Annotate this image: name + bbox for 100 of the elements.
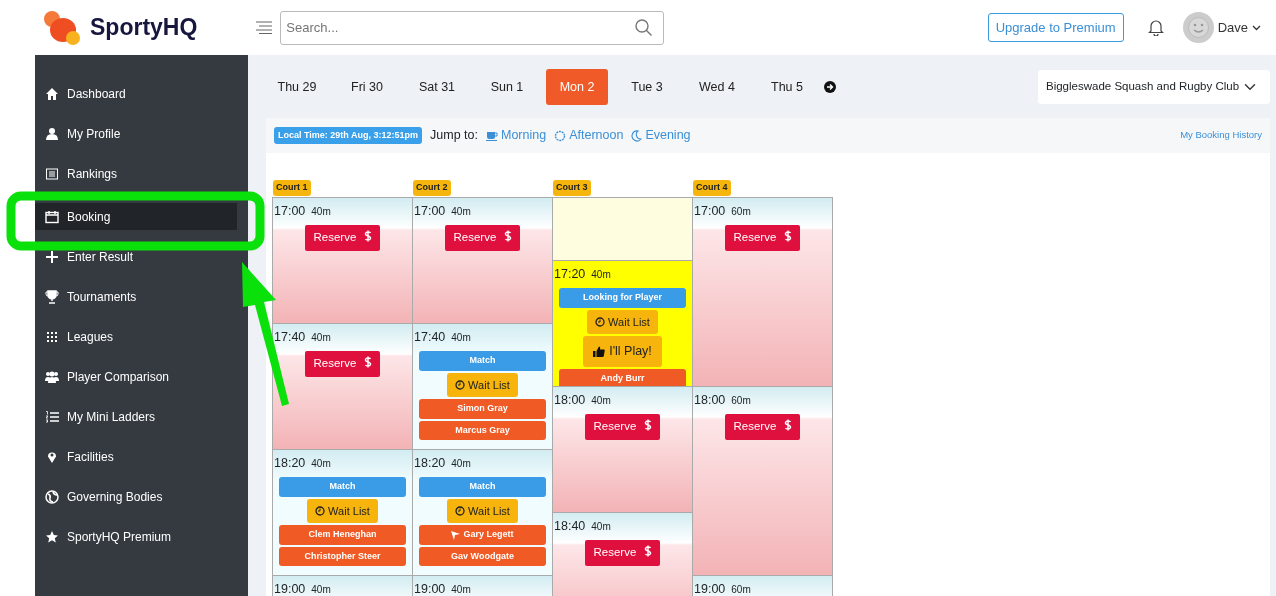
court-label: Court 3: [553, 180, 591, 196]
slot-duration: 40m: [451, 457, 471, 469]
date-tab[interactable]: Wed 4: [686, 69, 748, 105]
wait-list-button[interactable]: Wait List: [447, 372, 518, 398]
sidebar-item[interactable]: Dashboard: [35, 83, 237, 104]
caret-icon[interactable]: [1252, 24, 1261, 31]
slot-duration: 40m: [591, 520, 611, 532]
reserve-button[interactable]: Reserve: [585, 414, 660, 440]
slot-time: 18:00: [554, 392, 586, 407]
slot-time: 18:00: [694, 392, 726, 407]
sidebar-item[interactable]: My Mini Ladders: [35, 406, 237, 427]
dollar-icon: [783, 230, 792, 243]
slot-time: 17:40: [414, 329, 446, 344]
next-arrow-icon[interactable]: [824, 81, 836, 93]
calendar-icon: [45, 209, 59, 224]
match-label: Looking for Player: [559, 288, 686, 308]
date-tab[interactable]: Sun 1: [476, 69, 538, 105]
club-select[interactable]: Biggleswade Squash and Rugby Club: [1038, 70, 1270, 104]
local-time-badge: Local Time: 29th Aug, 3:12:51pm: [274, 126, 423, 145]
player-name: Christopher Steer: [279, 546, 406, 567]
coffee-cup-icon: [486, 130, 498, 141]
sidebar-item[interactable]: Rankings: [35, 163, 237, 184]
date-tab[interactable]: Sat 31: [406, 69, 468, 105]
home-icon: [45, 86, 59, 101]
reserve-button[interactable]: Reserve: [585, 540, 660, 566]
date-tab[interactable]: Thu 5: [756, 69, 818, 105]
clock-icon: [455, 506, 466, 516]
dollar-icon: [503, 230, 512, 243]
sidebar-item[interactable]: SportyHQ Premium: [35, 526, 237, 547]
slot-time: 18:20: [414, 455, 446, 470]
slot-time: 17:20: [554, 266, 586, 281]
brand-name[interactable]: SportyHQ: [90, 10, 198, 45]
player-name: Simon Gray: [419, 399, 546, 419]
sidebar-item[interactable]: Enter Result: [35, 246, 237, 267]
player-name: Andy Burr: [559, 369, 686, 389]
sidebar-item[interactable]: Governing Bodies: [35, 486, 237, 507]
slot-time: 17:00: [274, 203, 306, 218]
player-name: Gav Woodgate: [419, 546, 546, 567]
search-field[interactable]: Search...: [280, 10, 665, 45]
clock-icon: [595, 317, 606, 327]
match-label: Match: [419, 477, 546, 497]
player-name: Clem Heneghan: [279, 525, 406, 545]
sidebar-item[interactable]: Booking: [35, 203, 237, 230]
slot-time: 19:00: [414, 581, 446, 596]
sidebar-item[interactable]: Leagues: [35, 326, 237, 347]
globe-icon: [45, 489, 59, 504]
list-icon: [45, 166, 59, 181]
court-label: Court 2: [413, 180, 451, 196]
notification-icon[interactable]: [1147, 19, 1164, 36]
slot-time: 17:00: [414, 203, 446, 218]
play-button[interactable]: I'll Play!: [583, 336, 662, 367]
slot-duration: 40m: [311, 331, 331, 343]
slot-duration: 60m: [731, 583, 751, 595]
thumbs-up-icon: [593, 346, 606, 358]
slot-time: 18:20: [274, 455, 306, 470]
date-tab[interactable]: Fri 30: [336, 69, 398, 105]
slot-duration: 60m: [731, 394, 751, 406]
player-name: Gary Legett: [419, 525, 546, 545]
user-name[interactable]: Dave: [1217, 17, 1248, 38]
slot-time: 18:40: [554, 518, 586, 533]
search-icon[interactable]: [635, 18, 653, 36]
reserve-button[interactable]: Reserve: [305, 351, 380, 377]
wait-list-button[interactable]: Wait List: [447, 498, 518, 524]
wait-list-button[interactable]: Wait List: [587, 309, 658, 335]
sidebar-item[interactable]: Tournaments: [35, 286, 237, 307]
star-icon: [45, 529, 59, 544]
reserve-button[interactable]: Reserve: [305, 225, 380, 251]
dollar-icon: [643, 419, 652, 432]
sidebar-item[interactable]: Facilities: [35, 446, 237, 467]
slot-time: 19:00: [274, 581, 306, 596]
people-icon: [45, 369, 59, 384]
date-tab[interactable]: Thu 29: [266, 69, 328, 105]
wait-list-button[interactable]: Wait List: [307, 498, 378, 524]
sidebar-item[interactable]: Player Comparison: [35, 366, 237, 387]
moon-icon: [631, 129, 643, 142]
sun-icon: [554, 129, 567, 142]
logo-icon: [42, 9, 82, 46]
slot-duration: 40m: [451, 205, 471, 217]
menu-icon[interactable]: [256, 21, 273, 34]
sidebar-item[interactable]: My Profile: [35, 123, 237, 144]
slot-duration: 40m: [311, 457, 331, 469]
reserve-button[interactable]: Reserve: [725, 225, 800, 251]
numbered-list-icon: [45, 409, 59, 424]
slot-duration: 40m: [591, 268, 611, 280]
slot-duration: 40m: [451, 583, 471, 595]
slot-time: 17:00: [694, 203, 726, 218]
clock-icon: [455, 380, 466, 390]
reserve-button[interactable]: Reserve: [725, 414, 800, 440]
reserve-button[interactable]: Reserve: [445, 225, 520, 251]
send-icon: [451, 530, 461, 540]
clock-icon: [315, 506, 326, 516]
date-tab[interactable]: Tue 3: [616, 69, 678, 105]
court-label: Court 1: [273, 180, 311, 196]
trophy-icon: [45, 289, 59, 304]
dollar-icon: [643, 545, 652, 558]
dollar-icon: [363, 230, 372, 243]
upgrade-button[interactable]: Upgrade to Premium: [987, 12, 1124, 43]
match-label: Match: [279, 477, 406, 497]
slot-duration: 40m: [591, 394, 611, 406]
jump-to-label: Jump to:: [430, 127, 478, 145]
